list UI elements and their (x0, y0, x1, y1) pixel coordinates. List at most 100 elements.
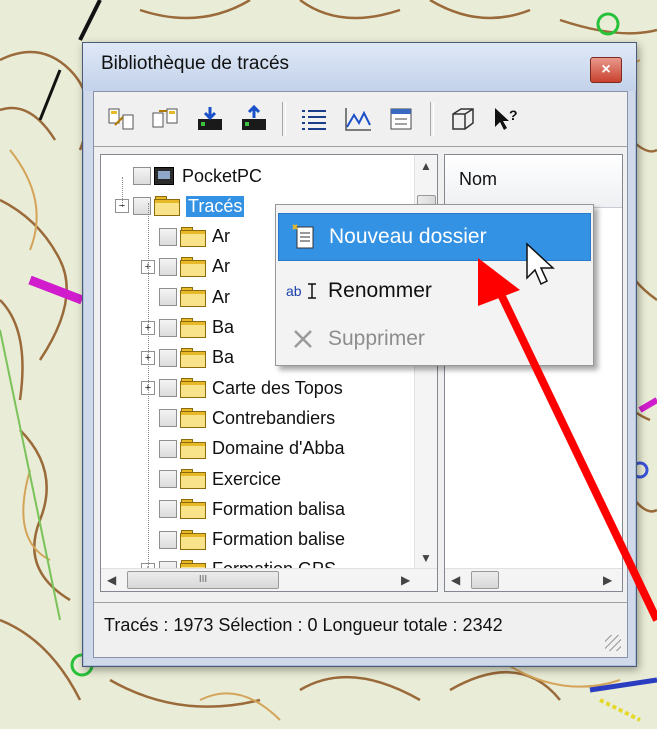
import-button[interactable] (100, 99, 144, 139)
tree-item[interactable]: Formation balisa (141, 494, 345, 524)
tree-item[interactable]: Ar (141, 282, 230, 312)
tree-item-label: Exercice (212, 468, 282, 489)
tree-checkbox[interactable] (159, 318, 177, 337)
menu-item-delete[interactable]: Supprimer (278, 316, 591, 362)
folder-icon (180, 317, 206, 338)
tree-item-label: Formation balise (212, 529, 346, 550)
tree-item[interactable]: Contrebandiers (141, 403, 335, 433)
window-title: Bibliothèque de tracés (101, 53, 290, 74)
folder-icon (180, 499, 206, 520)
folder-icon (180, 469, 206, 489)
toolbar-separator (282, 102, 286, 136)
folder-icon (180, 287, 206, 308)
tree-item-label: Ar (212, 256, 230, 277)
tree-checkbox[interactable] (159, 227, 177, 246)
tree-item-label: Formation balisa (212, 498, 346, 519)
help-icon: ? (495, 107, 518, 130)
tree-item-label: Ar (212, 226, 230, 247)
tree-connector (122, 177, 123, 207)
tree-item-label: PocketPC (182, 165, 263, 186)
tree-checkbox[interactable] (159, 379, 177, 398)
tree-item-label: Ba (212, 347, 235, 368)
tree-checkbox[interactable] (159, 348, 177, 367)
tree-item-label: Ba (212, 317, 235, 337)
scroll-left-arrow[interactable]: ◀ (107, 573, 116, 587)
new-folder-icon (279, 217, 329, 257)
export-button[interactable] (144, 99, 188, 139)
download-icon (198, 107, 222, 130)
menu-item-label: Supprimer (328, 327, 425, 350)
title-bar[interactable]: Bibliothèque de tracés × (83, 43, 636, 91)
tree-checkbox[interactable] (159, 288, 177, 307)
scroll-right-arrow[interactable]: ▶ (401, 573, 410, 587)
folder-icon (180, 378, 206, 399)
list-view-icon (302, 110, 326, 130)
delete-icon (278, 319, 328, 359)
scroll-right-arrow[interactable]: ▶ (603, 573, 612, 587)
tree-checkbox[interactable] (159, 439, 177, 458)
tree-item[interactable]: + Carte des Topos (141, 373, 343, 403)
close-button[interactable]: × (590, 57, 622, 83)
properties-button[interactable] (380, 99, 424, 139)
upload-gps-button[interactable] (232, 99, 276, 139)
tree-checkbox[interactable] (133, 167, 151, 185)
resize-grip[interactable] (605, 635, 621, 651)
download-gps-button[interactable] (188, 99, 232, 139)
tree-connector (148, 203, 149, 573)
list-horizontal-scrollbar[interactable]: ◀ ▶ (445, 568, 622, 591)
tree-checkbox[interactable] (159, 500, 177, 519)
folder-icon (180, 438, 206, 459)
menu-item-label: Renommer (328, 279, 432, 302)
tree-item[interactable]: Domaine d'Abba (141, 434, 345, 464)
tree-item[interactable]: Ar (141, 222, 230, 252)
scroll-grip: III (198, 574, 208, 585)
status-text: Tracés : 1973 Sélection : 0 Longueur tot… (104, 615, 503, 635)
rename-icon: ab (278, 271, 328, 311)
folder-icon (180, 347, 206, 368)
folder-icon (180, 529, 206, 550)
list-hscroll-thumb[interactable] (471, 571, 499, 589)
mouse-cursor-icon (526, 242, 555, 286)
scroll-up-arrow[interactable]: ▲ (420, 159, 432, 173)
status-bar: Tracés : 1973 Sélection : 0 Longueur tot… (94, 602, 627, 657)
help-button[interactable]: ? (484, 99, 528, 139)
tree-item[interactable]: Formation balise (141, 525, 345, 555)
tree-checkbox[interactable] (159, 530, 177, 549)
menu-item-label: Nouveau dossier (329, 225, 487, 248)
3d-view-button[interactable] (440, 99, 484, 139)
tree-item[interactable]: Exercice (141, 464, 281, 494)
profile-chart-button[interactable] (336, 99, 380, 139)
tree-item-label: Tracés (186, 195, 245, 217)
folder-icon (180, 226, 206, 247)
scroll-left-arrow[interactable]: ◀ (451, 573, 460, 587)
folder-icon (154, 196, 180, 217)
list-view-button[interactable] (292, 99, 336, 139)
window-content: ? PocketPC − Tracés Ar + Ar Ar + Ba + Ba + Carte des… (93, 91, 628, 658)
tree-checkbox[interactable] (159, 257, 177, 276)
tree-item[interactable]: + Ar (141, 252, 230, 282)
folder-icon (180, 256, 206, 277)
upload-icon (242, 105, 266, 130)
tree-checkbox[interactable] (159, 470, 177, 488)
profile-chart-icon (345, 108, 371, 131)
column-header-name[interactable]: Nom (445, 155, 622, 208)
tree-item-label: Contrebandiers (212, 407, 336, 428)
tree-item[interactable]: − Tracés (115, 191, 245, 221)
tree-item-label: Ar (212, 286, 230, 307)
close-icon: × (601, 61, 611, 78)
svg-text:?: ? (509, 107, 518, 123)
tree-hscroll-thumb[interactable]: III (127, 571, 279, 589)
tree-item[interactable]: PocketPC (115, 161, 262, 191)
tree-checkbox[interactable] (159, 409, 177, 428)
tree-item-label: Carte des Topos (212, 377, 343, 398)
column-header-label: Nom (459, 169, 498, 189)
tree-item[interactable]: + Ba (141, 343, 234, 373)
tree-horizontal-scrollbar[interactable]: ◀ III ▶ (101, 568, 437, 591)
tree-item[interactable]: + Ba (141, 313, 234, 343)
3d-view-icon (452, 108, 474, 130)
scroll-down-arrow[interactable]: ▼ (420, 551, 432, 565)
device-icon (154, 167, 174, 185)
import-icon (108, 108, 134, 130)
folder-icon (180, 408, 206, 429)
toolbar: ? (94, 92, 627, 147)
